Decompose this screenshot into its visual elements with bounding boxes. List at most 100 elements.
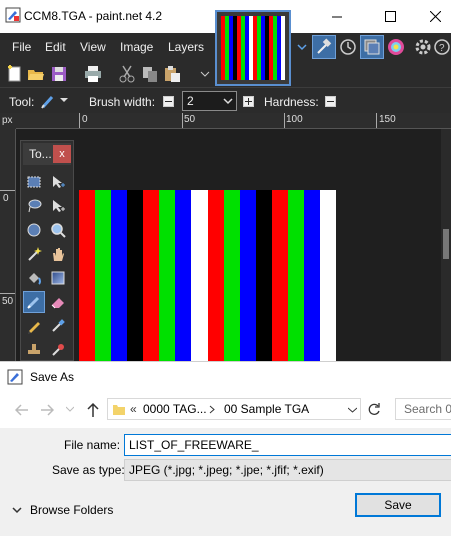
save-disk-icon[interactable]: [50, 65, 68, 83]
path-overflow[interactable]: «: [130, 402, 137, 416]
tools-window: To... x: [20, 140, 74, 361]
breadcrumb-chevron-icon[interactable]: [209, 405, 215, 414]
tool-dropdown-chevron-icon[interactable]: [60, 97, 68, 103]
save-form: File name: LIST_OF_FREEWARE_ Save as typ…: [0, 428, 451, 536]
dialog-title: Save As: [30, 370, 75, 384]
recent-locations-chevron-icon[interactable]: [66, 406, 74, 412]
save-as-type-select[interactable]: JPEG (*.jpg; *.jpeg; *.jpe; *.jfif; *.ex…: [124, 459, 451, 481]
ruler-label: 50: [2, 296, 14, 307]
menu-view[interactable]: View: [80, 40, 106, 54]
color-stripe: [127, 190, 144, 361]
move-selection-tool[interactable]: [47, 195, 69, 217]
tool-options-bar: Tool: Brush width: 2 Hardness:: [0, 87, 451, 113]
hardness-decrease-button[interactable]: [325, 96, 336, 107]
chevron-down-icon: [12, 506, 22, 513]
minimize-icon: [332, 16, 342, 17]
zoom-tool[interactable]: [47, 219, 69, 241]
scroll-thumb[interactable]: [443, 229, 449, 259]
paintbrush-icon[interactable]: [40, 93, 56, 109]
brush-width-combobox[interactable]: 2: [182, 91, 237, 111]
minimize-button[interactable]: [314, 0, 360, 33]
back-arrow-icon[interactable]: [15, 404, 29, 416]
browse-folders-toggle[interactable]: Browse Folders: [12, 503, 113, 517]
color-stripe: [111, 190, 128, 361]
breadcrumb-segment[interactable]: 00 Sample TGA: [224, 402, 309, 416]
address-bar[interactable]: « 0000 TAG... 00 Sample TGA: [107, 398, 361, 420]
help-icon[interactable]: ?: [434, 38, 450, 56]
brush-width-value: 2: [187, 94, 194, 108]
gradient-tool[interactable]: [47, 267, 69, 289]
print-icon[interactable]: [84, 65, 102, 83]
layers-window-toggle[interactable]: [360, 35, 384, 59]
chevron-down-icon[interactable]: [297, 43, 307, 51]
menu-image[interactable]: Image: [120, 40, 153, 54]
colors-icon[interactable]: [385, 36, 407, 58]
lasso-icon: [28, 199, 42, 213]
vertical-scrollbar[interactable]: [441, 129, 451, 361]
color-stripe: [239, 190, 256, 361]
paintnet-app-icon: [7, 369, 23, 385]
paste-icon[interactable]: [163, 65, 181, 83]
chevron-down-icon: [223, 98, 233, 105]
browse-folders-label: Browse Folders: [30, 503, 114, 517]
horizontal-ruler: 0 50 100 150: [16, 113, 451, 129]
color-picker-tool[interactable]: [47, 315, 69, 337]
vertical-ruler: 0 50: [0, 129, 16, 361]
menu-edit[interactable]: Edit: [45, 40, 66, 54]
ellipse-select-tool[interactable]: [23, 219, 45, 241]
file-name-input[interactable]: LIST_OF_FREEWARE_: [124, 434, 451, 456]
brush-width-increase-button[interactable]: [243, 96, 254, 107]
new-image-icon[interactable]: [6, 65, 24, 83]
search-box[interactable]: Search 00: [395, 398, 451, 420]
hardness-label: Hardness:: [264, 95, 319, 109]
menu-file[interactable]: File: [12, 40, 31, 54]
magnifier-icon: [51, 223, 66, 238]
rectangle-select-tool[interactable]: [23, 171, 45, 193]
magic-wand-tool[interactable]: [23, 243, 45, 265]
brush-width-decrease-button[interactable]: [163, 96, 174, 107]
color-stripe: [223, 190, 240, 361]
move-selection-icon: [53, 200, 65, 212]
chevron-down-icon[interactable]: [348, 407, 357, 413]
cut-icon[interactable]: [118, 65, 136, 83]
maximize-button[interactable]: [367, 0, 413, 33]
settings-gear-icon[interactable]: [414, 38, 432, 56]
gradient-icon: [51, 271, 65, 285]
lasso-select-tool[interactable]: [23, 195, 45, 217]
refresh-icon[interactable]: [367, 402, 381, 416]
image-canvas[interactable]: [79, 190, 336, 361]
ruler-label: 0: [3, 193, 9, 204]
svg-text:?: ?: [439, 43, 445, 54]
save-button[interactable]: Save: [355, 493, 441, 517]
tools-window-close-button[interactable]: x: [53, 145, 71, 163]
color-stripe: [287, 190, 304, 361]
rectangle-select-icon: [27, 176, 41, 188]
paint-bucket-tool[interactable]: [23, 267, 45, 289]
canvas-area: px 0 50 100 150 0 50 To... x: [0, 113, 451, 361]
pan-tool[interactable]: [47, 243, 69, 265]
open-folder-icon[interactable]: [27, 65, 45, 83]
ruler-label: 0: [82, 114, 88, 125]
up-arrow-icon[interactable]: [86, 402, 100, 418]
color-stripe: [255, 190, 272, 361]
paintnet-app-icon: [5, 7, 21, 23]
recolor-tool[interactable]: [47, 339, 69, 361]
clone-stamp-tool[interactable]: [23, 339, 45, 361]
copy-icon[interactable]: [141, 65, 159, 83]
menu-layers[interactable]: Layers: [168, 40, 204, 54]
pencil-tool[interactable]: [23, 315, 45, 337]
eraser-tool[interactable]: [47, 291, 69, 313]
paintbrush-tool[interactable]: [23, 291, 45, 313]
pencil-icon: [28, 322, 40, 334]
toolbar-overflow-icon[interactable]: [200, 69, 210, 79]
ruler-label: 100: [286, 114, 303, 125]
history-icon[interactable]: [338, 37, 358, 57]
breadcrumb-segment[interactable]: 0000 TAG...: [143, 402, 207, 416]
image-thumbnail-tab[interactable]: [215, 10, 291, 86]
forward-arrow-icon[interactable]: [40, 404, 54, 416]
tools-window-toggle[interactable]: [312, 35, 336, 59]
dialog-navigation-bar: « 0000 TAG... 00 Sample TGA Search 00: [0, 392, 451, 428]
move-arrow-icon: [53, 176, 65, 188]
move-pixels-tool[interactable]: [47, 171, 69, 193]
close-window-button[interactable]: [412, 0, 451, 33]
